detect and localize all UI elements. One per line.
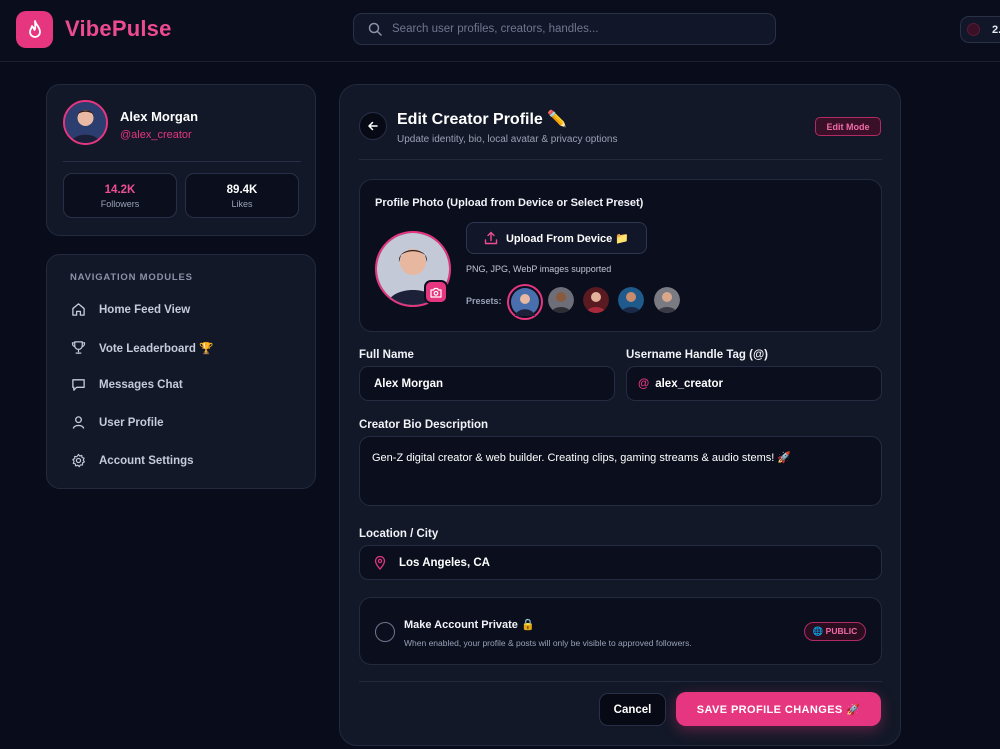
nav-item-profile[interactable]: User Profile	[71, 415, 164, 430]
edit-profile-panel: Edit Creator Profile ✏️ Update identity,…	[339, 84, 901, 746]
back-button[interactable]	[359, 112, 387, 140]
privacy-section: Make Account Private 🔒 When enabled, you…	[359, 597, 882, 665]
profile-handle: @alex_creator	[120, 129, 192, 141]
full-name-label: Full Name	[359, 349, 414, 361]
photo-heading: Profile Photo (Upload from Device or Sel…	[375, 197, 644, 209]
nav-title: NAVIGATION MODULES	[70, 272, 193, 283]
nav-item-settings[interactable]: Account Settings	[71, 453, 194, 468]
search-bar[interactable]: Search user profiles, creators, handles.…	[353, 13, 776, 45]
username-input[interactable]: @ alex_creator	[626, 366, 882, 401]
location-value: Los Angeles, CA	[399, 556, 490, 569]
nav-item-label: Messages Chat	[99, 378, 183, 391]
edit-mode-badge: Edit Mode	[815, 117, 881, 136]
gear-icon	[72, 453, 85, 468]
nav-item-leaderboard[interactable]: Vote Leaderboard 🏆	[71, 340, 213, 355]
page-title: Edit Creator Profile ✏️	[397, 111, 568, 128]
username-value: alex_creator	[655, 377, 723, 390]
private-account-checkbox[interactable]	[375, 622, 395, 642]
upload-icon	[484, 231, 498, 245]
preset-avatar-4[interactable]	[618, 287, 644, 313]
nav-item-label: Account Settings	[99, 454, 194, 467]
bio-textarea[interactable]: Gen-Z digital creator & web builder. Cre…	[359, 436, 882, 506]
user-icon	[72, 416, 85, 429]
followers-count: 14.2K	[104, 184, 136, 196]
header-stat-value: 2.4	[992, 23, 1000, 36]
divider	[359, 681, 882, 682]
privacy-title: Make Account Private 🔒	[404, 619, 535, 631]
privacy-description: When enabled, your profile & posts will …	[404, 638, 692, 648]
location-label: Location / City	[359, 528, 439, 540]
nav-item-label: Vote Leaderboard 🏆	[99, 342, 214, 355]
chat-icon	[72, 379, 85, 391]
camera-icon	[430, 287, 442, 298]
full-name-value: Alex Morgan	[374, 377, 444, 390]
brand-name[interactable]: VibePulse	[65, 16, 172, 42]
divider	[63, 161, 301, 162]
top-bar: VibePulse Search user profiles, creators…	[0, 0, 1000, 62]
change-photo-camera-button[interactable]	[424, 280, 448, 304]
navigation-card: NAVIGATION MODULES Home Feed View Vote L…	[46, 254, 316, 489]
full-name-input[interactable]: Alex Morgan	[359, 366, 615, 401]
upload-label: Upload From Device 📁	[505, 232, 630, 245]
header-stat-chip[interactable]: 2.4	[960, 16, 1000, 43]
preset-avatar-2[interactable]	[548, 287, 574, 313]
likes-label: Likes	[231, 199, 253, 209]
profile-name: Alex Morgan	[120, 109, 199, 124]
public-status-badge: 🌐 PUBLIC	[804, 622, 866, 641]
upload-from-device-button[interactable]: Upload From Device 📁	[466, 222, 647, 254]
profile-photo-section: Profile Photo (Upload from Device or Sel…	[359, 179, 882, 332]
bio-label: Creator Bio Description	[359, 419, 489, 431]
location-input[interactable]: Los Angeles, CA	[359, 545, 882, 580]
preset-avatar-1[interactable]	[507, 284, 543, 320]
preset-avatar-3[interactable]	[583, 287, 609, 313]
presets-label: Presets:	[466, 296, 502, 306]
cancel-button[interactable]: Cancel	[599, 693, 666, 726]
search-icon	[368, 22, 382, 36]
search-input[interactable]: Search user profiles, creators, handles.…	[392, 23, 598, 35]
trophy-icon	[71, 341, 86, 354]
likes-stat[interactable]: 89.4K Likes	[185, 173, 299, 218]
map-pin-icon	[374, 555, 386, 570]
preset-avatar-5[interactable]	[654, 287, 680, 313]
nav-item-home[interactable]: Home Feed View	[71, 302, 190, 317]
nav-item-label: Home Feed View	[99, 303, 191, 316]
bio-value: Gen-Z digital creator & web builder. Cre…	[372, 452, 792, 464]
likes-count: 89.4K	[226, 184, 258, 196]
divider	[359, 159, 882, 160]
profile-summary-card: Alex Morgan @alex_creator 14.2K Follower…	[46, 84, 316, 236]
arrow-left-icon	[368, 121, 378, 131]
nav-item-messages[interactable]: Messages Chat	[71, 377, 183, 392]
formats-note: PNG, JPG, WebP images supported	[466, 264, 612, 274]
username-label: Username Handle Tag (@)	[626, 349, 769, 361]
avatar[interactable]	[63, 100, 108, 145]
followers-stat[interactable]: 14.2K Followers	[63, 173, 177, 218]
save-profile-button[interactable]: SAVE PROFILE CHANGES 🚀	[676, 692, 881, 726]
chip-dot-icon	[967, 23, 980, 36]
home-icon	[72, 303, 85, 316]
username-prefix: @	[638, 377, 650, 390]
logo-icon[interactable]	[16, 11, 53, 48]
followers-label: Followers	[100, 199, 140, 209]
nav-item-label: User Profile	[99, 416, 164, 429]
page-subtitle: Update identity, bio, local avatar & pri…	[397, 134, 618, 145]
